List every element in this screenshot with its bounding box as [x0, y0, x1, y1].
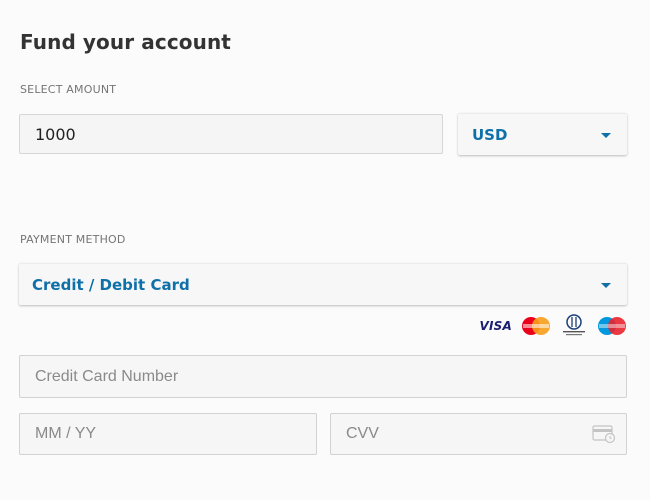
payment-method-value: Credit / Debit Card — [32, 275, 190, 294]
caret-down-icon — [601, 132, 611, 138]
cvv-placeholder: CVV — [346, 425, 379, 442]
card-cvv-icon — [592, 425, 616, 444]
payment-method-label: PAYMENT METHOD — [20, 233, 126, 246]
caret-down-icon — [601, 282, 611, 288]
amount-input[interactable]: 1000 — [19, 114, 443, 154]
expiry-placeholder: MM / YY — [35, 425, 97, 442]
page-title: Fund your account — [20, 30, 231, 54]
currency-value: USD — [472, 125, 508, 144]
card-number-placeholder: Credit Card Number — [35, 367, 179, 385]
mastercard-logo-icon — [522, 317, 550, 335]
select-amount-label: SELECT AMOUNT — [20, 83, 117, 96]
maestro-logo-icon — [598, 317, 626, 335]
amount-value: 1000 — [35, 124, 76, 144]
diners-club-logo-icon — [563, 314, 585, 336]
visa-logo-icon: VISA — [479, 319, 512, 333]
cvv-field[interactable]: CVV — [330, 413, 627, 455]
card-number-field[interactable]: Credit Card Number — [19, 355, 627, 398]
expiry-field[interactable]: MM / YY — [19, 413, 317, 455]
payment-method-select[interactable]: Credit / Debit Card — [19, 263, 627, 305]
currency-select[interactable]: USD — [458, 113, 627, 155]
accepted-cards: VISA — [480, 314, 628, 338]
